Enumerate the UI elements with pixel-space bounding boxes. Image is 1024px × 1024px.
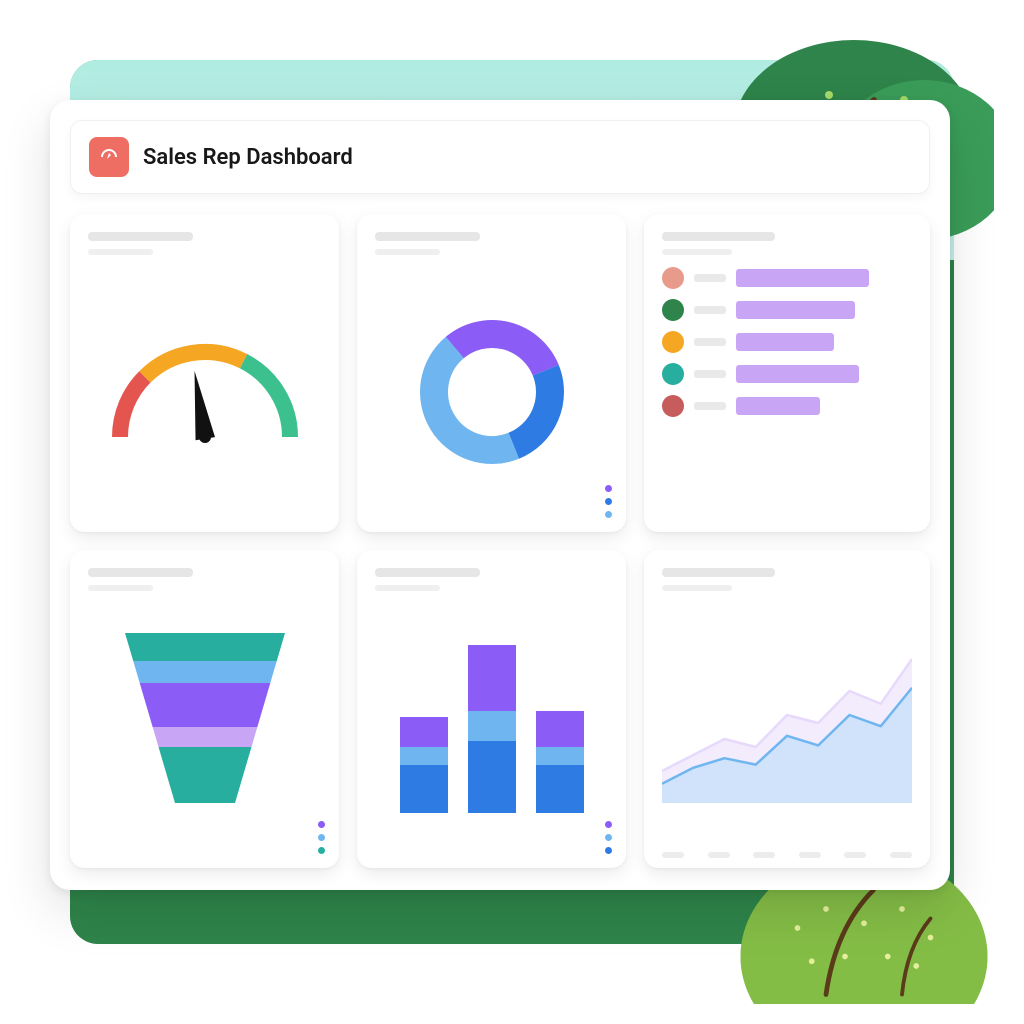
leaderboard-row xyxy=(662,363,912,385)
dashboard-header: Sales Rep Dashboard xyxy=(70,120,930,194)
avatar xyxy=(662,395,684,417)
card-title-placeholder xyxy=(375,232,480,241)
area-axis-ticks xyxy=(662,852,912,858)
leaderboard-label-placeholder xyxy=(694,306,726,314)
funnel-chart xyxy=(88,601,321,854)
stacked-bar-chart xyxy=(375,601,608,854)
stage: Sales Rep Dashboard xyxy=(0,0,1024,1024)
avatar xyxy=(662,331,684,353)
card-leaderboard[interactable] xyxy=(644,214,930,532)
card-subtitle-placeholder xyxy=(662,249,732,255)
card-subtitle-placeholder xyxy=(375,585,440,591)
leaderboard-label-placeholder xyxy=(694,370,726,378)
card-stacked-bar[interactable] xyxy=(357,550,626,868)
leaderboard-bar xyxy=(736,269,869,287)
gauge-icon xyxy=(89,137,129,177)
avatar xyxy=(662,363,684,385)
funnel-legend xyxy=(318,821,325,854)
leaderboard-bar xyxy=(736,397,820,415)
avatar xyxy=(662,299,684,321)
card-subtitle-placeholder xyxy=(88,249,153,255)
card-title-placeholder xyxy=(375,568,480,577)
dashboard-grid xyxy=(70,214,930,868)
card-area[interactable] xyxy=(644,550,930,868)
card-subtitle-placeholder xyxy=(375,249,440,255)
leaderboard-bar xyxy=(736,333,834,351)
card-title-placeholder xyxy=(662,232,775,241)
donut-chart xyxy=(375,265,608,518)
gauge-chart xyxy=(88,265,321,518)
leaderboard-bar xyxy=(736,365,859,383)
leaderboard-list xyxy=(662,265,912,417)
card-subtitle-placeholder xyxy=(662,585,732,591)
leaderboard-row xyxy=(662,331,912,353)
bar-legend xyxy=(605,821,612,854)
leaderboard-row xyxy=(662,395,912,417)
leaderboard-label-placeholder xyxy=(694,402,726,410)
card-title-placeholder xyxy=(88,232,193,241)
leaderboard-label-placeholder xyxy=(694,274,726,282)
dashboard-title: Sales Rep Dashboard xyxy=(143,145,353,170)
area-chart xyxy=(662,601,912,854)
card-gauge[interactable] xyxy=(70,214,339,532)
dashboard-window: Sales Rep Dashboard xyxy=(50,100,950,890)
leaderboard-label-placeholder xyxy=(694,338,726,346)
leaderboard-bar xyxy=(736,301,855,319)
card-subtitle-placeholder xyxy=(88,585,153,591)
card-donut[interactable] xyxy=(357,214,626,532)
donut-legend xyxy=(605,485,612,518)
leaderboard-row xyxy=(662,267,912,289)
avatar xyxy=(662,267,684,289)
card-title-placeholder xyxy=(662,568,775,577)
leaderboard-row xyxy=(662,299,912,321)
card-funnel[interactable] xyxy=(70,550,339,868)
card-title-placeholder xyxy=(88,568,193,577)
